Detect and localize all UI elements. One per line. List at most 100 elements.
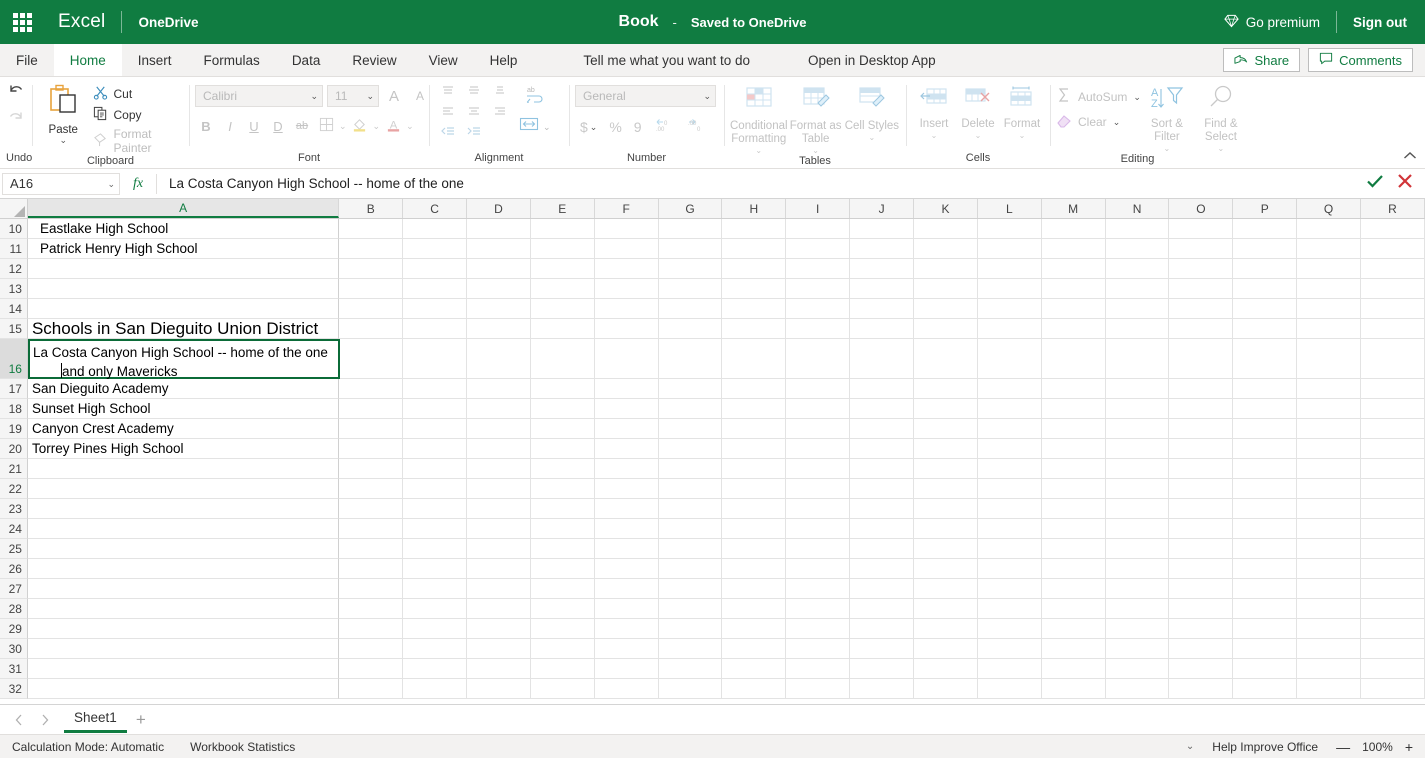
cell-I29[interactable]: [786, 619, 851, 639]
cell-E13[interactable]: [530, 279, 595, 299]
cell-K26[interactable]: [914, 559, 978, 579]
cell-K30[interactable]: [914, 639, 978, 659]
cell-G22[interactable]: [658, 479, 723, 499]
cell-H13[interactable]: [722, 279, 787, 299]
cell-J24[interactable]: [850, 519, 914, 539]
cell-B32[interactable]: [339, 679, 404, 699]
row-header-30[interactable]: 30: [0, 639, 28, 659]
cell-P11[interactable]: [1233, 239, 1298, 259]
row-header-17[interactable]: 17: [0, 379, 28, 399]
cell-K25[interactable]: [914, 539, 978, 559]
cell-D31[interactable]: [466, 659, 531, 679]
cell-M18[interactable]: [1041, 399, 1106, 419]
cell-H30[interactable]: [722, 639, 787, 659]
cell-R28[interactable]: [1361, 599, 1425, 619]
cell-J31[interactable]: [850, 659, 914, 679]
cell-G25[interactable]: [658, 539, 723, 559]
chevron-down-icon[interactable]: ⌄: [406, 122, 414, 131]
cell-R24[interactable]: [1361, 519, 1425, 539]
chevron-down-icon[interactable]: ⌄: [1218, 144, 1225, 153]
cell-I25[interactable]: [786, 539, 851, 559]
column-header-P[interactable]: P: [1233, 199, 1298, 218]
active-cell-editor[interactable]: La Costa Canyon High School -- home of t…: [28, 339, 340, 379]
cell-M27[interactable]: [1041, 579, 1106, 599]
cell-Q28[interactable]: [1297, 599, 1362, 619]
cell-Q31[interactable]: [1297, 659, 1362, 679]
cell-H21[interactable]: [722, 459, 787, 479]
chevron-down-icon[interactable]: ⌄: [339, 122, 347, 131]
cell-G17[interactable]: [658, 379, 723, 399]
cell-H19[interactable]: [722, 419, 787, 439]
column-header-N[interactable]: N: [1105, 199, 1170, 218]
cell-K16[interactable]: [914, 339, 978, 379]
cell-P22[interactable]: [1233, 479, 1298, 499]
cell-G19[interactable]: [658, 419, 723, 439]
cell-D17[interactable]: [466, 379, 531, 399]
sort-filter-button[interactable]: AZ Sort & Filter ⌄: [1141, 83, 1193, 153]
cell-L30[interactable]: [977, 639, 1042, 659]
cell-D10[interactable]: [467, 219, 531, 239]
cell-P17[interactable]: [1233, 379, 1298, 399]
cell-Q10[interactable]: [1297, 219, 1362, 239]
cell-D15[interactable]: [466, 319, 531, 339]
cell-Q14[interactable]: [1297, 299, 1362, 319]
cell-A11[interactable]: Patrick Henry High School: [27, 239, 340, 259]
cell-C28[interactable]: [403, 599, 467, 619]
cell-B14[interactable]: [339, 299, 404, 319]
cell-H29[interactable]: [722, 619, 787, 639]
row-header-12[interactable]: 12: [0, 259, 28, 279]
conditional-formatting-button[interactable]: Conditional Formatting ⌄: [730, 83, 788, 155]
cell-C16[interactable]: [403, 339, 467, 379]
row-header-23[interactable]: 23: [0, 499, 28, 519]
borders-button[interactable]: [315, 115, 337, 137]
cell-E22[interactable]: [530, 479, 595, 499]
cell-I17[interactable]: [786, 379, 851, 399]
cell-R32[interactable]: [1361, 679, 1425, 699]
cell-H28[interactable]: [722, 599, 787, 619]
cell-E31[interactable]: [530, 659, 595, 679]
format-painter-button[interactable]: Format Painter: [93, 127, 184, 155]
cell-P20[interactable]: [1233, 439, 1298, 459]
cell-R13[interactable]: [1361, 279, 1425, 299]
increase-indent-button[interactable]: [461, 121, 487, 141]
cell-E26[interactable]: [530, 559, 595, 579]
cell-E16[interactable]: [530, 339, 595, 379]
cell-B20[interactable]: [339, 439, 404, 459]
cell-A31[interactable]: [27, 659, 340, 679]
cell-F13[interactable]: [594, 279, 659, 299]
cell-E15[interactable]: [530, 319, 595, 339]
cell-H23[interactable]: [722, 499, 787, 519]
column-header-H[interactable]: H: [722, 199, 787, 218]
cell-N26[interactable]: [1105, 559, 1170, 579]
cell-F19[interactable]: [594, 419, 659, 439]
cell-P30[interactable]: [1233, 639, 1298, 659]
cell-R19[interactable]: [1361, 419, 1425, 439]
chevron-down-icon[interactable]: ⌄: [543, 122, 551, 131]
storage-location-link[interactable]: OneDrive: [138, 15, 198, 30]
cell-M12[interactable]: [1041, 259, 1106, 279]
cell-J13[interactable]: [850, 279, 914, 299]
cell-K10[interactable]: [914, 219, 978, 239]
cell-A24[interactable]: [27, 519, 340, 539]
tab-review[interactable]: Review: [336, 44, 412, 76]
clear-button[interactable]: Clear ⌄: [1056, 112, 1141, 131]
prev-sheet-button[interactable]: [6, 707, 32, 733]
share-button[interactable]: Share: [1223, 48, 1301, 72]
cell-D26[interactable]: [466, 559, 531, 579]
cell-A27[interactable]: [27, 579, 340, 599]
cell-L28[interactable]: [977, 599, 1042, 619]
align-right-button[interactable]: [487, 101, 513, 121]
autosum-button[interactable]: AutoSum ⌄: [1056, 87, 1141, 106]
collapse-ribbon-button[interactable]: [1403, 150, 1417, 164]
zoom-out-button[interactable]: —: [1336, 739, 1350, 755]
cell-O12[interactable]: [1169, 259, 1234, 279]
cell-N25[interactable]: [1105, 539, 1170, 559]
cell-R11[interactable]: [1361, 239, 1425, 259]
cell-H26[interactable]: [722, 559, 787, 579]
cell-D24[interactable]: [466, 519, 531, 539]
cell-K18[interactable]: [914, 399, 978, 419]
cell-B25[interactable]: [339, 539, 404, 559]
app-name[interactable]: Excel: [58, 11, 105, 33]
cell-O25[interactable]: [1169, 539, 1234, 559]
go-premium-button[interactable]: Go premium: [1223, 14, 1320, 31]
